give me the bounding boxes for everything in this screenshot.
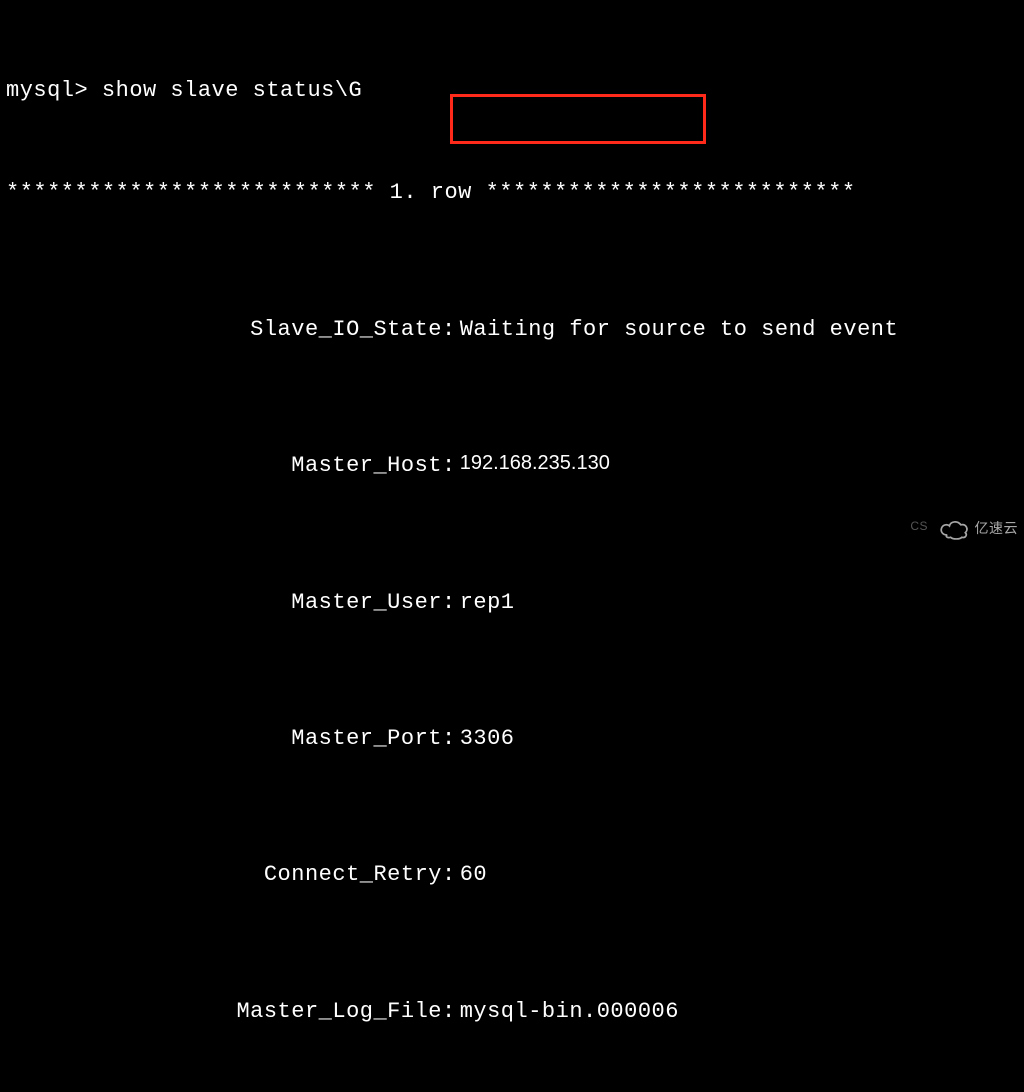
watermark-cs: CS — [910, 517, 928, 536]
prompt-text: mysql> show slave status\G — [6, 78, 362, 103]
connect-retry-row: Connect_Retry:60 — [4, 858, 1024, 892]
master-host-row: Master_Host:192.168.235.130 — [4, 449, 1024, 483]
master-host-value: 192.168.235.130 — [460, 448, 610, 479]
connect-retry-value: 60 — [460, 858, 487, 892]
master-log-file-row: Master_Log_File:mysql-bin.000006 — [4, 995, 1024, 1029]
watermark-brand-text: 亿速云 — [975, 518, 1019, 540]
master-port-label: Master_Port — [4, 722, 442, 756]
separator-left: *************************** — [6, 180, 376, 205]
slave-io-state-label: Slave_IO_State — [4, 313, 442, 347]
row-marker: 1. row — [376, 180, 486, 205]
master-host-label: Master_Host — [4, 449, 442, 483]
master-user-label: Master_User — [4, 586, 442, 620]
watermark-cs-text: CS — [910, 519, 928, 533]
slave-io-state-value: Waiting for source to send event — [460, 313, 898, 347]
watermark-brand: 亿速云 — [937, 518, 1019, 540]
master-log-file-label: Master_Log_File — [4, 995, 442, 1029]
master-log-file-value: mysql-bin.000006 — [460, 995, 679, 1029]
master-user-value: rep1 — [460, 586, 515, 620]
master-port-row: Master_Port:3306 — [4, 722, 1024, 756]
connect-retry-label: Connect_Retry — [4, 858, 442, 892]
slave-io-state-row: Slave_IO_State:Waiting for source to sen… — [4, 313, 1024, 347]
row-separator: *************************** 1. row *****… — [4, 176, 1024, 210]
separator-right: *************************** — [486, 180, 856, 205]
command-prompt: mysql> show slave status\G — [4, 74, 1024, 108]
cloud-icon — [937, 518, 971, 540]
master-user-row: Master_User:rep1 — [4, 586, 1024, 620]
terminal-output: mysql> show slave status\G *************… — [4, 6, 1024, 1092]
master-port-value: 3306 — [460, 722, 515, 756]
